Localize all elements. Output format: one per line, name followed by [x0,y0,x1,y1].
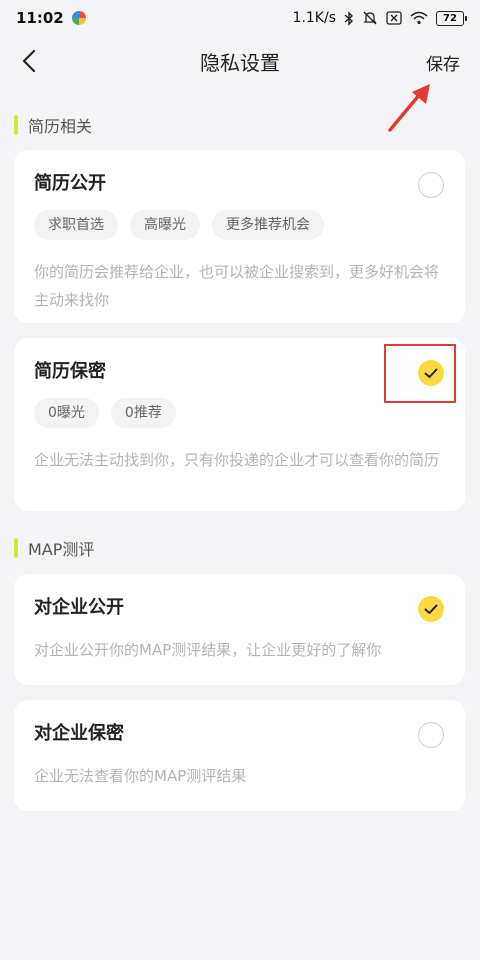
radio-unchecked[interactable] [418,722,444,748]
radio-unchecked[interactable] [418,172,444,198]
bluetooth-icon [344,10,354,26]
option-card-resume-public[interactable]: 简历公开 求职首选 高曝光 更多推荐机会 你的简历会推荐给企业，也可以被企业搜索… [14,150,465,323]
nav-bar: 隐私设置 保存 [0,36,480,86]
annotation-arrow-icon [388,84,430,132]
section-header-resume: 简历相关 [14,113,92,137]
wifi-icon [410,11,428,25]
battery-icon: 72 [436,10,467,26]
tag: 0推荐 [110,398,176,428]
section-label: MAP测评 [28,540,95,559]
tag: 更多推荐机会 [212,210,324,240]
card-description: 对企业公开你的MAP测评结果，让企业更好的了解你 [34,641,382,659]
annotation-highlight-box [384,344,456,403]
radio-checked[interactable] [418,596,444,622]
card-title: 对企业公开 [34,597,124,618]
tag-list: 求职首选 高曝光 更多推荐机会 [34,210,445,240]
mute-icon [363,11,377,25]
net-speed: 1.1K/s [292,10,336,26]
card-title: 对企业保密 [34,723,124,744]
option-card-map-public[interactable]: 对企业公开 对企业公开你的MAP测评结果，让企业更好的了解你 [14,574,465,685]
section-header-map: MAP测评 [14,536,94,560]
battery-level: 72 [443,12,457,24]
tag: 高曝光 [130,210,200,240]
sim-icon [386,11,402,25]
card-title: 简历公开 [34,173,106,194]
card-description: 企业无法查看你的MAP测评结果 [34,767,247,785]
status-bar: 11:02 1.1K/s 72 [0,0,480,36]
back-button[interactable] [14,46,44,76]
section-bar [14,115,18,135]
tag: 求职首选 [34,210,118,240]
section-bar [14,538,18,558]
page-title: 隐私设置 [200,50,280,75]
tag: 0曝光 [34,398,99,428]
status-time: 11:02 [16,9,64,27]
check-icon [424,604,438,614]
card-description: 你的简历会推荐给企业，也可以被企业搜索到，更多好机会将主动来找你 [34,263,440,309]
option-card-map-private[interactable]: 对企业保密 企业无法查看你的MAP测评结果 [14,700,465,811]
save-button[interactable]: 保存 [426,50,460,75]
card-description: 企业无法主动找到你，只有你投递的企业才可以查看你的简历 [34,451,440,469]
chevron-left-icon [22,49,36,73]
section-label: 简历相关 [28,117,93,136]
app-icon [71,11,86,25]
